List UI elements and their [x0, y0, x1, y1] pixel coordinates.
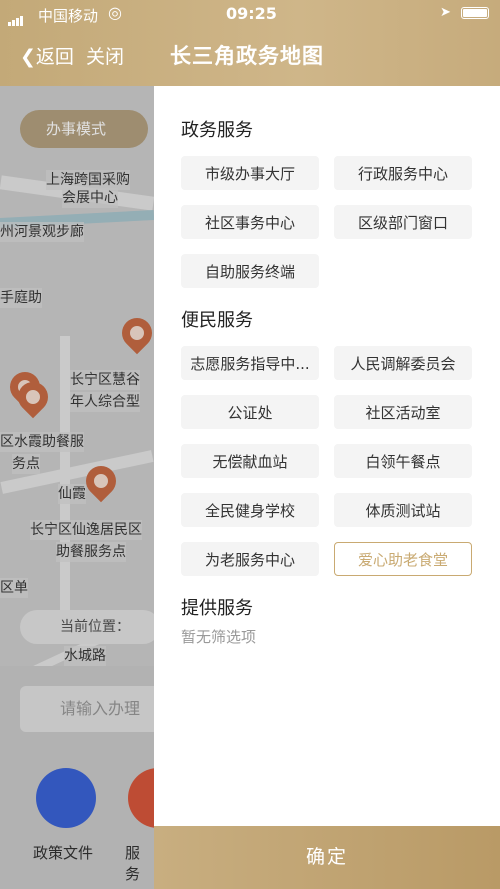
chevron-left-icon: ❮ [20, 46, 36, 68]
filter-option[interactable]: 人民调解委员会 [334, 346, 472, 380]
wifi-icon: ◎ [108, 3, 122, 22]
filter-option[interactable]: 公证处 [181, 395, 319, 429]
confirm-button[interactable]: 确定 [154, 826, 500, 889]
filter-option[interactable]: 自助服务终端 [181, 254, 319, 288]
back-button[interactable]: ❮返回 [20, 42, 74, 69]
filter-option[interactable]: 区级部门窗口 [334, 205, 472, 239]
filter-option-selected[interactable]: 爱心助老食堂 [334, 542, 472, 576]
location-arrow-icon: ➤ [440, 5, 451, 20]
navigation-bar: 中国移动 ◎ 09:25 ➤ ❮返回 关闭 长三角政务地图 [0, 0, 500, 86]
back-label: 返回 [35, 46, 74, 68]
filter-option[interactable]: 社区活动室 [334, 395, 472, 429]
filter-option[interactable]: 市级办事大厅 [181, 156, 319, 190]
filter-option[interactable]: 白领午餐点 [334, 444, 472, 478]
filter-option[interactable]: 体质测试站 [334, 493, 472, 527]
signal-icon [8, 8, 24, 26]
empty-filter-note: 暂无筛选项 [181, 628, 257, 646]
filter-option[interactable]: 为老服务中心 [181, 542, 319, 576]
section-title-gov-services: 政务服务 [181, 120, 253, 141]
carrier-label: 中国移动 [38, 7, 99, 25]
map-dim-overlay[interactable] [0, 86, 154, 889]
section-title-convenience-services: 便民服务 [181, 310, 253, 331]
close-button[interactable]: 关闭 [86, 42, 124, 69]
clock: 09:25 [226, 4, 277, 23]
filter-option[interactable]: 无偿献血站 [181, 444, 319, 478]
filter-option[interactable]: 志愿服务指导中... [181, 346, 319, 380]
page-title: 长三角政务地图 [170, 44, 324, 68]
status-bar: 中国移动 ◎ 09:25 ➤ [0, 0, 500, 28]
filter-panel: 政务服务 市级办事大厅 行政服务中心 社区事务中心 区级部门窗口 自助服务终端 … [154, 86, 500, 826]
filter-option[interactable]: 社区事务中心 [181, 205, 319, 239]
battery-icon [461, 7, 489, 19]
filter-option[interactable]: 全民健身学校 [181, 493, 319, 527]
filter-option[interactable]: 行政服务中心 [334, 156, 472, 190]
section-title-provided-services: 提供服务 [181, 598, 253, 619]
